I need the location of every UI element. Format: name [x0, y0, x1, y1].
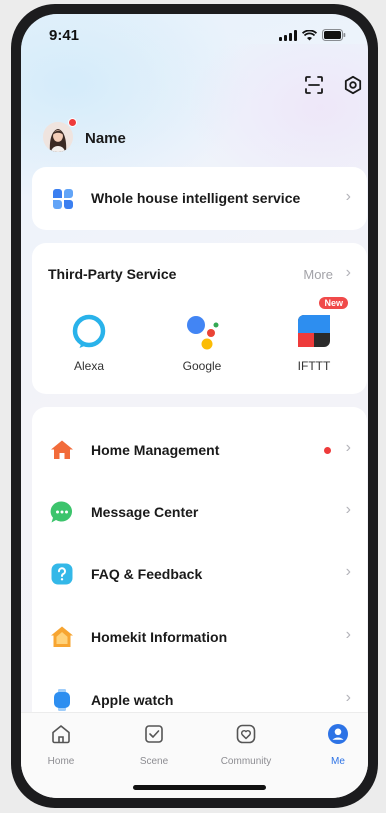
- chevron-right-icon: ›: [345, 439, 351, 456]
- menu-item-label: Home Management: [91, 442, 220, 458]
- menu-item-homekit-information[interactable]: Homekit Information ›: [32, 605, 367, 667]
- home-tab-icon: [52, 725, 70, 744]
- tab-bar: Home Scene Community Me: [21, 712, 368, 798]
- menu-item-label: Homekit Information: [91, 629, 228, 645]
- tab-label: Me: [331, 756, 345, 767]
- screen: 9:41 Name Whole house intelligent servic…: [21, 14, 368, 798]
- watch-icon: [54, 689, 70, 711]
- third-party-title: Third-Party Service: [48, 266, 177, 282]
- settings-menu: Home Management › Message Center › FAQ &…: [32, 407, 367, 727]
- settings-icon: [344, 75, 362, 95]
- question-icon: [51, 563, 73, 585]
- chevron-right-icon[interactable]: ›: [346, 264, 351, 282]
- home-indicator[interactable]: [133, 785, 266, 790]
- whole-house-service-card[interactable]: Whole house intelligent service ›: [32, 167, 367, 230]
- menu-item-label: FAQ & Feedback: [91, 566, 203, 582]
- tab-community[interactable]: Community: [211, 723, 281, 767]
- tab-me[interactable]: Me: [303, 723, 368, 767]
- scene-tab-icon: [145, 725, 163, 743]
- google-assistant-icon: [187, 316, 219, 350]
- chat-bubble-icon: [50, 501, 73, 523]
- menu-item-label: Apple watch: [91, 692, 174, 708]
- service-label: IFTTT: [297, 359, 331, 373]
- avatar-image: [43, 122, 73, 152]
- scan-button[interactable]: [301, 72, 327, 98]
- ifttt-icon: [298, 315, 330, 347]
- homekit-icon: [51, 626, 73, 647]
- service-label: Google: [182, 359, 222, 373]
- scan-icon: [305, 76, 323, 94]
- status-bar: 9:41: [21, 14, 368, 58]
- more-link[interactable]: More: [303, 267, 333, 282]
- phone-frame: 9:41 Name Whole house intelligent servic…: [11, 4, 378, 808]
- chevron-right-icon: ›: [345, 689, 351, 706]
- service-alexa[interactable]: Alexa: [54, 311, 124, 373]
- grid-petals-icon: [53, 189, 73, 209]
- chevron-right-icon: ›: [345, 626, 351, 643]
- cellular-signal-icon: [279, 29, 297, 41]
- third-party-service-card: Third-Party Service More › Alexa Google …: [32, 243, 367, 394]
- profile-name[interactable]: Name: [85, 130, 126, 147]
- wifi-icon: [302, 29, 317, 40]
- whole-house-label: Whole house intelligent service: [91, 190, 301, 206]
- tab-home[interactable]: Home: [26, 723, 96, 767]
- battery-icon: [322, 29, 346, 41]
- menu-item-message-center[interactable]: Message Center ›: [32, 480, 367, 542]
- service-google[interactable]: Google: [167, 311, 237, 373]
- me-tab-icon: [328, 724, 348, 744]
- status-time: 9:41: [49, 27, 80, 44]
- alexa-icon: [72, 314, 106, 348]
- community-tab-icon: [236, 724, 256, 744]
- service-label: Alexa: [73, 359, 105, 373]
- new-badge: New: [319, 297, 348, 309]
- menu-item-faq-feedback[interactable]: FAQ & Feedback ›: [32, 542, 367, 604]
- service-ifttt[interactable]: New IFTTT: [279, 297, 349, 373]
- chevron-right-icon: ›: [345, 501, 351, 518]
- tab-label: Scene: [139, 756, 169, 767]
- avatar[interactable]: [43, 122, 73, 152]
- settings-button[interactable]: [340, 72, 366, 98]
- home-management-notification-dot: [324, 447, 331, 454]
- tab-scene[interactable]: Scene: [119, 723, 189, 767]
- menu-item-label: Message Center: [91, 504, 199, 520]
- house-icon: [51, 440, 73, 459]
- tab-label: Home: [47, 756, 75, 767]
- chevron-right-icon: ›: [345, 563, 351, 580]
- tab-label: Community: [220, 756, 272, 767]
- menu-item-home-management[interactable]: Home Management ›: [32, 418, 367, 480]
- profile-notification-dot: [68, 118, 77, 127]
- chevron-right-icon: ›: [345, 188, 351, 205]
